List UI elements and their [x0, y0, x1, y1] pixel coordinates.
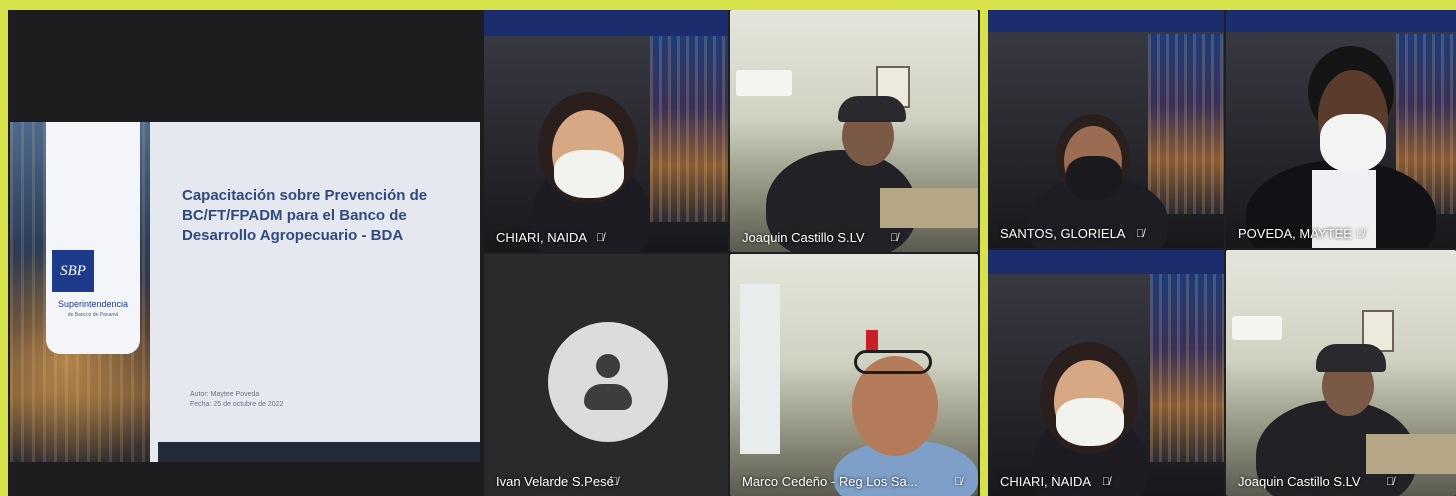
desk — [880, 188, 978, 228]
mic-off-icon: 🎙̸ — [596, 232, 605, 244]
participant-name: POVEDA, MAYTEE — [1238, 226, 1352, 241]
mic-off-icon: 🎙̸ — [890, 232, 899, 244]
face-mask — [1066, 156, 1122, 200]
participant-name: CHIARI, NAIDA — [1000, 474, 1092, 489]
slide-meta: Autor: Maytee Poveda Fecha: 25 de octubr… — [190, 390, 283, 410]
mic-off-icon: 🎙̸ — [1102, 476, 1111, 488]
avatar-body — [584, 384, 632, 410]
flag — [866, 330, 878, 352]
slide-footer-bar — [158, 442, 480, 462]
participant-name: Joaquin Castillo S.LV — [742, 230, 865, 245]
logo-name: Superintendencia — [57, 299, 129, 309]
window-blind — [740, 284, 780, 454]
participant-name: Marco Cedeño - Reg Los Sa... — [742, 474, 918, 489]
video-tile[interactable]: POVEDA, MAYTEE 🎙̸ — [1226, 10, 1456, 248]
presentation-slide: SBP Superintendencia de Bancos de Panamá… — [10, 122, 480, 462]
screen-share-area: SBP Superintendencia de Bancos de Panamá… — [8, 10, 484, 496]
slide-author: Autor: Maytee Poveda — [190, 391, 260, 398]
face-mask — [1056, 398, 1124, 446]
video-tile[interactable]: Marco Cedeño - Reg Los Sa... 🎙̸ — [730, 254, 978, 496]
participant-name: SANTOS, GLORIELA — [1000, 226, 1126, 241]
background-banner — [484, 10, 728, 36]
mic-off-icon: 🎙̸ — [1136, 228, 1145, 240]
video-tile[interactable]: CHIARI, NAIDA 🎙̸ — [988, 250, 1224, 496]
background-banner — [988, 10, 1224, 32]
slide-logo-card — [46, 122, 140, 354]
participant-name: Joaquin Castillo S.LV — [1238, 474, 1361, 489]
video-tile[interactable]: Joaquin Castillo S.LV 🎙̸ — [1226, 250, 1456, 496]
cap — [838, 96, 906, 122]
video-tile[interactable]: Ivan Velarde S.Pesé 🎙̸ — [484, 254, 728, 496]
background-city-image — [650, 32, 728, 222]
desk — [1366, 434, 1456, 474]
video-tile[interactable]: SANTOS, GLORIELA 🎙̸ — [988, 10, 1224, 248]
meeting-window-right: SANTOS, GLORIELA 🎙̸ POVEDA, MAYTEE 🎙̸ CH… — [988, 10, 1456, 496]
cap — [1316, 344, 1386, 372]
mic-off-icon: 🎙̸ — [1386, 476, 1395, 488]
avatar-head — [596, 354, 620, 378]
face-mask — [1320, 114, 1386, 172]
sbp-logo: SBP — [52, 250, 94, 292]
logo-subtitle: de Bancos de Panamá — [67, 312, 119, 318]
participant-name: CHIARI, NAIDA — [496, 230, 588, 245]
mic-off-icon: 🎙̸ — [610, 476, 619, 488]
face-mask — [554, 150, 624, 198]
mic-off-icon: 🎙̸ — [954, 476, 963, 488]
sunglasses — [854, 350, 932, 374]
slide-title: Capacitación sobre Prevención de BC/FT/F… — [182, 187, 428, 244]
slide-date: Fecha: 25 de octubre de 2022 — [190, 401, 284, 408]
mic-off-icon: 🎙̸ — [1356, 228, 1365, 240]
meeting-window-left: SBP Superintendencia de Bancos de Panamá… — [8, 10, 980, 496]
background-city-image — [1148, 34, 1224, 214]
background-city-image — [1150, 274, 1224, 462]
air-conditioner — [1232, 316, 1282, 340]
video-tile[interactable]: Joaquin Castillo S.LV 🎙̸ — [730, 10, 978, 252]
background-banner — [1226, 10, 1456, 32]
background-banner — [988, 250, 1224, 274]
video-tile[interactable]: CHIARI, NAIDA 🎙̸ — [484, 10, 728, 252]
user-avatar-icon — [548, 322, 668, 442]
participant-name: Ivan Velarde S.Pesé — [496, 474, 614, 489]
air-conditioner — [736, 70, 792, 96]
